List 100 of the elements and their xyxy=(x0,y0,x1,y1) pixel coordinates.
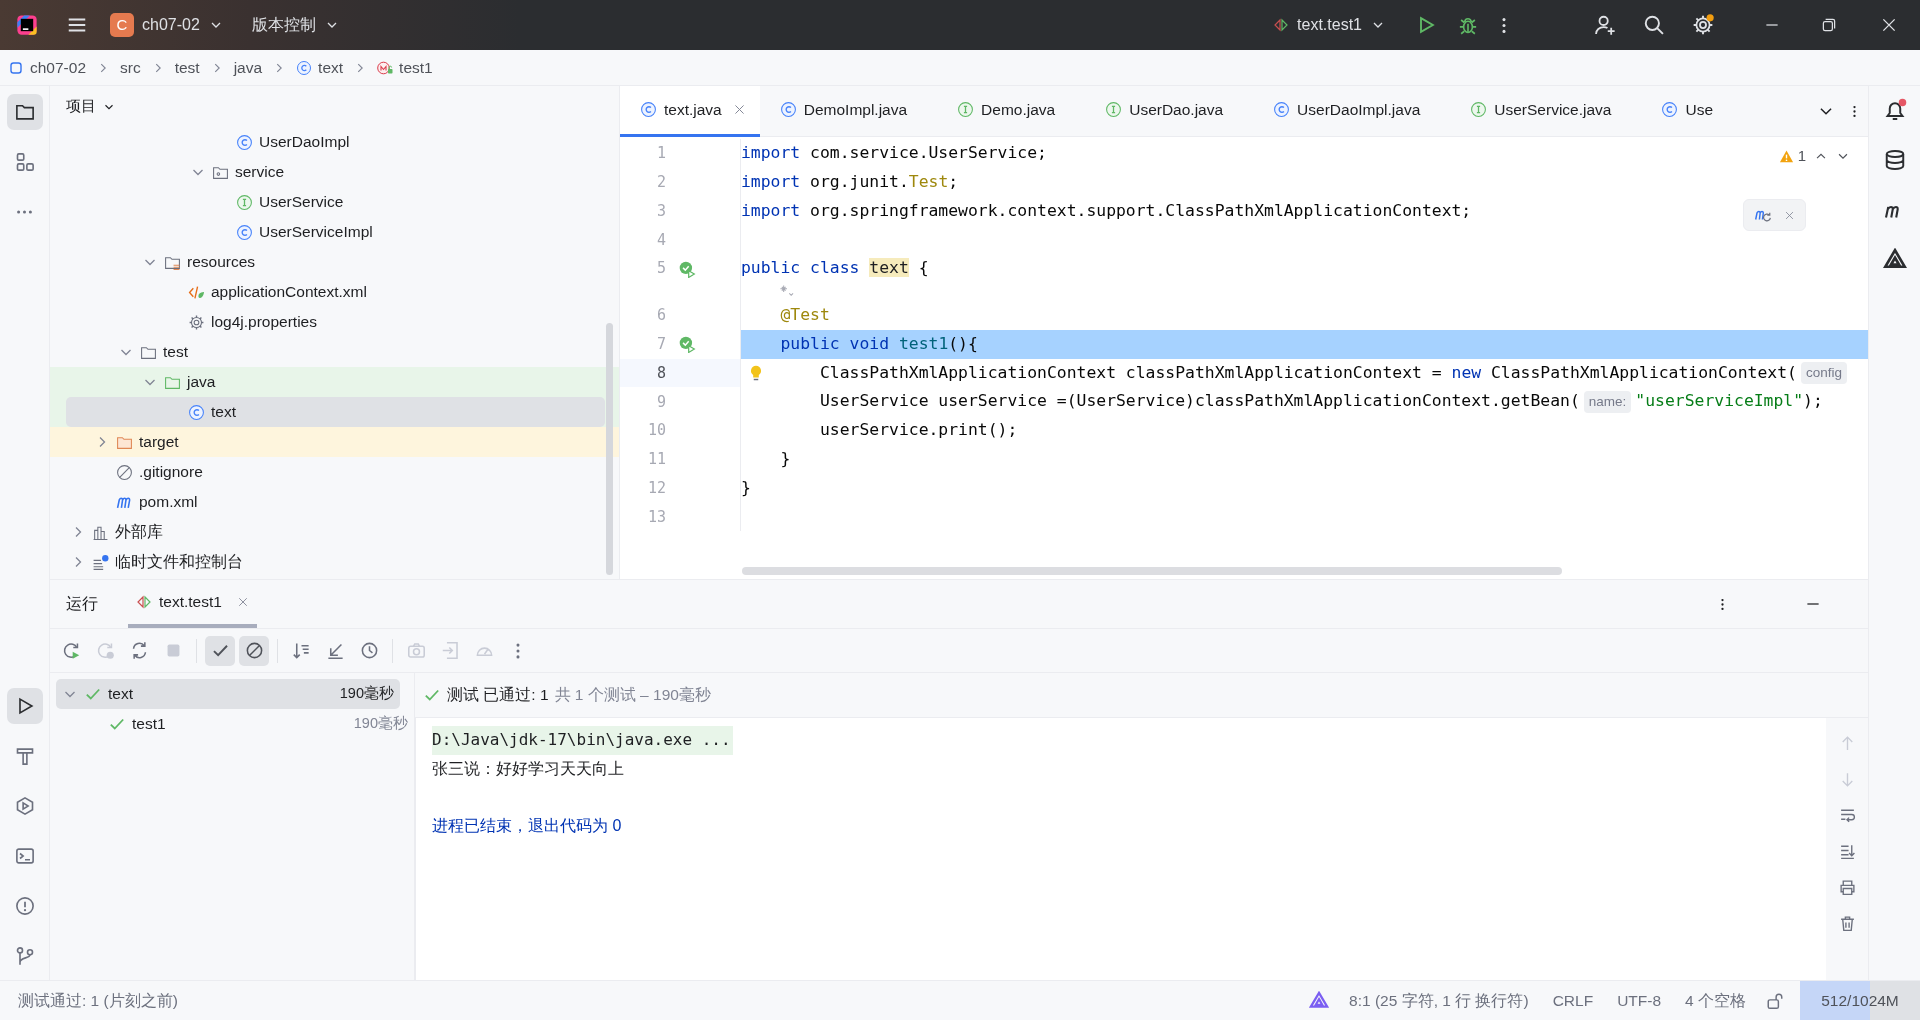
tree-item[interactable]: UserServiceImpl xyxy=(50,217,619,247)
close-icon[interactable] xyxy=(1880,16,1898,34)
vcs-menu[interactable]: 版本控制 xyxy=(245,9,346,41)
class-icon xyxy=(779,101,797,118)
editor-tab[interactable]: Use xyxy=(1641,85,1744,137)
tool-window-button[interactable] xyxy=(6,688,43,724)
code-text: UserService userService =(UserService)classPathXmlApplicationContext.getBean( xyxy=(819,390,1580,413)
line-number: 6 xyxy=(655,305,666,327)
more-icon[interactable] xyxy=(1853,104,1856,118)
sort-icon xyxy=(291,641,311,660)
tree-item[interactable]: text xyxy=(66,397,605,427)
breadcrumb-item[interactable]: test1 xyxy=(377,55,433,80)
module-icon xyxy=(8,59,24,76)
breadcrumb-item[interactable]: src xyxy=(120,55,141,80)
project-switcher[interactable]: C ch07-02 xyxy=(104,9,230,41)
print-icon xyxy=(1838,878,1856,896)
tree-item[interactable]: pom.xml xyxy=(50,487,619,517)
panel-title[interactable]: 项目 xyxy=(66,95,96,118)
interface-icon xyxy=(1105,101,1123,118)
indent-setting[interactable]: 4 个空格 xyxy=(1673,988,1758,1013)
line-number: 3 xyxy=(655,200,666,222)
code-text: @Test xyxy=(780,304,830,327)
test-name: text xyxy=(108,684,133,705)
editor-tab[interactable]: UserService.java xyxy=(1450,85,1642,137)
tree-item[interactable]: log4j.properties xyxy=(50,307,619,337)
warning-counter[interactable]: 1 xyxy=(1778,145,1806,168)
lock-icon[interactable] xyxy=(1766,991,1784,1010)
test-status: 测试 已通过: 1 xyxy=(447,685,549,706)
class-icon xyxy=(1661,101,1679,118)
line-number: 9 xyxy=(655,391,666,413)
code-text: import com.service.UserService; xyxy=(741,142,1047,165)
search-icon[interactable] xyxy=(1643,14,1665,36)
line-number: 8 xyxy=(655,362,666,384)
tree-item[interactable]: .gitignore xyxy=(50,457,619,487)
tree-item[interactable]: java xyxy=(50,367,619,397)
debug-icon[interactable] xyxy=(1458,15,1478,35)
services-icon xyxy=(14,796,35,816)
test-result-row[interactable]: text 190毫秒 xyxy=(56,679,400,709)
file-encoding[interactable]: UTF-8 xyxy=(1605,988,1674,1013)
tree-item[interactable]: applicationContext.xml xyxy=(50,277,619,307)
test-result-row[interactable]: test1 190毫秒 xyxy=(50,709,414,739)
toolbar-button[interactable] xyxy=(239,635,269,666)
memory-indicator[interactable]: 512/1024M xyxy=(1800,980,1920,1020)
console-line: 进程已结束，退出代码为 0 xyxy=(432,815,623,836)
scrollbar[interactable] xyxy=(742,567,1562,575)
more-icon[interactable] xyxy=(1502,16,1506,34)
breadcrumb-item[interactable]: java xyxy=(233,55,263,80)
problems-icon xyxy=(14,896,35,916)
rerun-icon xyxy=(61,641,81,660)
run-configuration-icon xyxy=(136,594,152,610)
rerun-failed-icon xyxy=(95,641,115,660)
project-icon xyxy=(14,102,35,122)
code-text: public class text { xyxy=(741,257,929,280)
status-message[interactable]: 测试通过: 1 (片刻之前) xyxy=(18,988,178,1013)
breadcrumb-item[interactable]: text xyxy=(296,55,344,80)
scroll-to-end-icon xyxy=(1838,842,1856,860)
code-text: import org.junit.Test; xyxy=(741,170,959,193)
code-text: } xyxy=(780,448,791,471)
tool-window-button[interactable] xyxy=(6,94,43,130)
toolbar-button[interactable] xyxy=(205,635,235,666)
prohibited-icon xyxy=(244,641,264,660)
editor-tab[interactable]: UserDaoImpl.java xyxy=(1253,85,1451,137)
tree-item[interactable]: 临时文件和控制台 xyxy=(50,547,619,577)
scrollbar[interactable] xyxy=(606,323,613,575)
restore-icon[interactable] xyxy=(1820,16,1838,34)
settings-icon[interactable] xyxy=(1692,14,1714,36)
tree-item[interactable]: 外部库 xyxy=(50,517,619,547)
code-text: userService.print(); xyxy=(819,419,1018,442)
prohibited-icon xyxy=(116,463,133,481)
interface-icon xyxy=(236,193,253,211)
editor-tab[interactable]: UserDao.java xyxy=(1085,85,1254,137)
tree-item[interactable]: UserService xyxy=(50,187,619,217)
line-number: 4 xyxy=(655,229,666,251)
run-tab[interactable]: text.test1 xyxy=(128,580,257,628)
run-test-icon[interactable] xyxy=(678,259,696,278)
breadcrumb-item[interactable]: ch07-02 xyxy=(8,55,86,80)
tree-item[interactable]: resources xyxy=(50,247,619,277)
breadcrumb-item[interactable]: test xyxy=(174,55,200,80)
run-configuration-selector[interactable]: text.test1 xyxy=(1267,9,1392,41)
scratches-icon xyxy=(92,553,109,571)
tree-item[interactable]: UserDaoImpl xyxy=(50,127,619,157)
editor-tab[interactable]: Demo.java xyxy=(937,85,1086,137)
line-number: 2 xyxy=(655,171,666,193)
tree-item[interactable]: target xyxy=(50,427,619,457)
editor-tab[interactable]: DemoImpl.java xyxy=(759,85,938,137)
run-test-icon[interactable] xyxy=(678,335,696,354)
editor-tab[interactable]: text.java xyxy=(620,85,760,137)
tree-item[interactable]: service xyxy=(50,157,619,187)
panel-title: 运行 xyxy=(66,594,98,615)
line-number: 7 xyxy=(655,333,666,355)
test-duration: 190毫秒 xyxy=(353,714,408,734)
caret-position[interactable]: 8:1 (25 字符, 1 行 换行符) xyxy=(1337,988,1541,1013)
code-text: "userServiceImpl"); xyxy=(1635,390,1823,413)
add-user-icon[interactable] xyxy=(1594,14,1616,36)
tree-item[interactable]: test xyxy=(50,337,619,367)
app-logo-icon[interactable] xyxy=(16,14,38,36)
more-icon[interactable] xyxy=(1721,597,1724,611)
class-icon xyxy=(640,101,657,118)
line-separator[interactable]: CRLF xyxy=(1540,988,1606,1013)
class-icon xyxy=(188,403,205,421)
